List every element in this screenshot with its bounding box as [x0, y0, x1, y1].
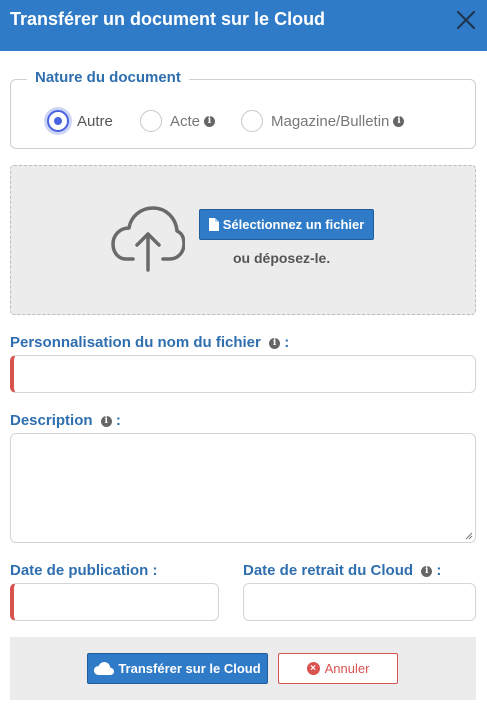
file-dropzone[interactable]: Sélectionnez un fichier ou déposez-le. [10, 165, 476, 315]
document-nature-legend: Nature du document [27, 69, 189, 86]
upload-to-cloud-label: Transférer sur le Cloud [118, 661, 261, 676]
info-icon: i [393, 115, 405, 127]
withdrawal-date-input[interactable] [243, 583, 476, 621]
file-icon [208, 218, 219, 231]
modal-title: Transférer un document sur le Cloud [10, 9, 326, 29]
filename-label-text: Personnalisation du nom du fichier [10, 334, 261, 351]
resize-handle-icon[interactable] [465, 532, 473, 540]
withdrawal-date-label: Date de retrait du Cloud i : [243, 562, 441, 579]
radio-autre-circle[interactable] [47, 110, 69, 132]
filename-input[interactable] [10, 355, 476, 393]
withdrawal-date-label-text: Date de retrait du Cloud [243, 562, 414, 579]
filename-label-colon: : [284, 334, 290, 351]
description-label-colon: : [115, 412, 121, 429]
radio-magazine-label: Magazine/Bulletin [271, 112, 390, 130]
upload-to-cloud-button[interactable]: Transférer sur le Cloud [87, 653, 268, 684]
publication-date-label: Date de publication : [10, 562, 158, 579]
withdrawal-date-label-colon: : [436, 562, 442, 579]
radio-acte-circle[interactable] [140, 110, 162, 132]
cancel-icon: × [306, 662, 320, 675]
info-icon: i [100, 415, 112, 427]
info-icon: i [421, 565, 433, 577]
close-icon[interactable] [455, 9, 477, 31]
publication-date-input[interactable] [10, 583, 219, 621]
filename-label: Personnalisation du nom du fichier i : [10, 334, 289, 351]
cloud-icon [94, 662, 115, 675]
cancel-button[interactable]: × Annuler [278, 653, 398, 684]
radio-acte[interactable]: Acte i [140, 109, 216, 133]
radio-acte-label: Acte [170, 112, 201, 130]
description-textarea[interactable] [10, 433, 476, 543]
cloud-upload-icon [111, 206, 185, 272]
modal-footer: Transférer sur le Cloud × Annuler [10, 637, 476, 700]
radio-autre-label: Autre [77, 112, 113, 130]
info-icon: i [204, 115, 216, 127]
description-label-text: Description [10, 412, 93, 429]
cancel-label: Annuler [324, 661, 370, 676]
radio-magazine[interactable]: Magazine/Bulletin i [241, 109, 405, 133]
document-nature-fieldset: Nature du document Autre Acte i Magazine… [10, 69, 476, 149]
select-file-label: Sélectionnez un fichier [222, 217, 365, 232]
radio-magazine-circle[interactable] [241, 110, 263, 132]
select-file-button[interactable]: Sélectionnez un fichier [199, 209, 374, 240]
info-icon: i [269, 337, 281, 349]
radio-autre[interactable]: Autre [47, 109, 113, 133]
modal-header: Transférer un document sur le Cloud [0, 0, 487, 51]
drop-hint: ou déposez-le. [233, 250, 331, 266]
description-label: Description i : [10, 412, 121, 429]
